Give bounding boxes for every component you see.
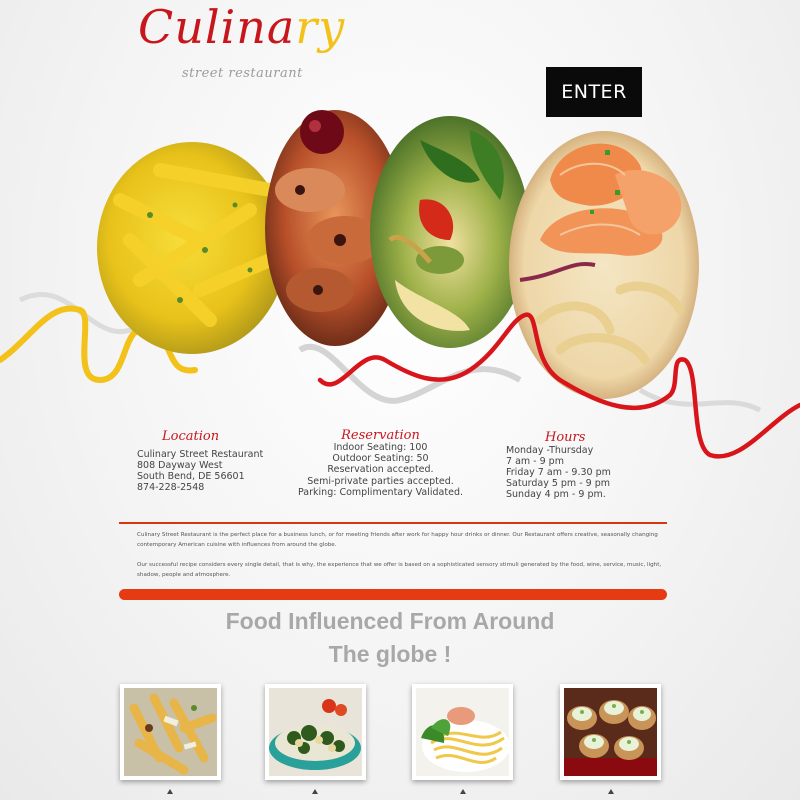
hours-line: Monday -Thursday: [506, 445, 594, 456]
food-oval-pasta-yellow: [97, 142, 287, 354]
hours-line: 7 am - 9 pm: [506, 456, 564, 467]
thumbnail-arrow-icon: [312, 789, 318, 794]
reservation-heading: Reservation: [341, 428, 420, 443]
thumbnail-arrow-icon: [167, 789, 173, 794]
divider-bottom: [119, 589, 667, 600]
pasta-thumbnail[interactable]: [120, 684, 221, 780]
hours-line: Saturday 5 pm - 9 pm: [506, 478, 610, 489]
thumbnail-arrow-icon: [460, 789, 466, 794]
reservation-line: Semi-private parties accepted.: [307, 476, 454, 487]
reservation-section: Reservation Indoor Seating: 100 Outdoor …: [298, 428, 463, 498]
location-phone: 874-228-2548: [137, 482, 205, 493]
about-paragraph: Culinary Street Restaurant is the perfec…: [137, 532, 658, 548]
hours-line: Sunday 4 pm - 9 pm.: [506, 489, 606, 500]
hours-heading: Hours: [545, 430, 586, 445]
hours-section: Hours Monday -Thursday 7 am - 9 pm Frida…: [506, 430, 611, 500]
about-paragraph: Our successful recipe considers every si…: [137, 562, 662, 578]
spaghetti-thumbnail[interactable]: [412, 684, 513, 780]
tagline-line-2: The globe !: [328, 641, 452, 667]
divider-top: [119, 522, 667, 524]
food-oval-shrimp: [509, 131, 699, 399]
location-heading: Location: [162, 429, 220, 444]
tagline-line-1: Food Influenced From Around: [225, 608, 555, 634]
location-line: 808 Dayway West: [137, 460, 223, 471]
hours-line: Friday 7 am - 9.30 pm: [506, 467, 611, 478]
reservation-line: Reservation accepted.: [327, 464, 434, 475]
location-line: South Bend, DE 56601: [137, 471, 245, 482]
location-line: Culinary Street Restaurant: [137, 449, 264, 460]
location-section: Location Culinary Street Restaurant 808 …: [137, 429, 264, 493]
reservation-line: Outdoor Seating: 50: [332, 453, 429, 464]
reservation-line: Parking: Complimentary Validated.: [298, 487, 463, 498]
food-oval-vegetables: [370, 116, 530, 348]
thumbnail-arrow-icon: [608, 789, 614, 794]
reservation-line: Indoor Seating: 100: [333, 442, 428, 453]
salad-thumbnail[interactable]: [265, 684, 366, 780]
appetizer-thumbnail[interactable]: [560, 684, 661, 780]
